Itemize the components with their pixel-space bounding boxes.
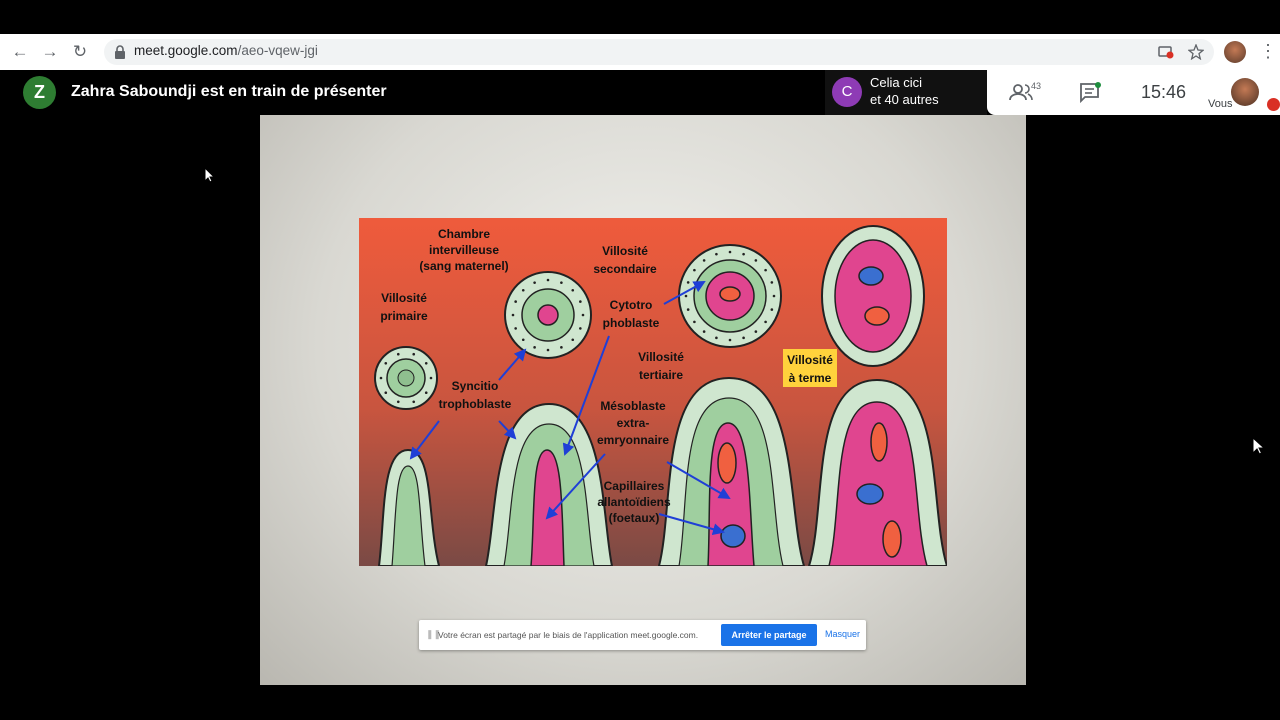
trophoblast-dot bbox=[686, 281, 690, 284]
participant-name: Celia cici bbox=[870, 75, 923, 90]
share-message: Votre écran est partagé par le biais de … bbox=[438, 630, 699, 640]
address-bar[interactable]: meet.google.com/aeo-vqew-jgi bbox=[104, 39, 1214, 65]
url-path: /aeo-vqew-jgi bbox=[237, 43, 318, 58]
trophoblast-dot bbox=[412, 400, 416, 404]
chat-icon[interactable] bbox=[1079, 82, 1101, 104]
trophoblast-dot bbox=[429, 376, 433, 380]
trophoblast-dot bbox=[424, 362, 428, 365]
lock-icon bbox=[115, 45, 125, 59]
trophoblast-dot bbox=[770, 281, 774, 284]
cursor-icon-right bbox=[1252, 437, 1264, 455]
trophoblast-dot bbox=[533, 281, 536, 284]
trophoblast-dot bbox=[533, 346, 536, 349]
trophoblast-dot bbox=[511, 313, 515, 317]
capillary-red bbox=[717, 442, 737, 484]
primary-villus-section bbox=[374, 346, 438, 410]
trophoblast-dot bbox=[514, 327, 517, 330]
screen-share-bar: ❚❚ Votre écran est partagé par le biais … bbox=[419, 620, 866, 650]
trophoblast-dot bbox=[728, 338, 732, 342]
trophoblast-dot bbox=[412, 352, 416, 356]
placenta-villi-diagram: Chambre intervilleuse (sang maternel) Vill… bbox=[359, 218, 947, 566]
trophoblast-dot bbox=[379, 376, 383, 380]
trophoblast-dot bbox=[693, 268, 696, 272]
trophoblast-dot bbox=[546, 348, 550, 352]
trophoblast-dot bbox=[686, 308, 690, 311]
self-avatar[interactable] bbox=[1231, 78, 1259, 106]
trophoblast-dot bbox=[424, 391, 428, 394]
trophoblast-dot bbox=[571, 288, 575, 292]
trophoblast-dot bbox=[571, 338, 575, 342]
trophoblast-dot bbox=[579, 300, 582, 303]
profile-avatar[interactable] bbox=[1224, 41, 1246, 63]
trophoblast-dot bbox=[715, 252, 718, 256]
participant-avatar: C bbox=[832, 77, 862, 107]
trophoblast-dot bbox=[384, 362, 388, 365]
cursor-icon bbox=[204, 167, 216, 183]
cast-icon[interactable] bbox=[1158, 45, 1174, 59]
presenter-avatar: Z bbox=[23, 76, 56, 109]
trophoblast-dot bbox=[764, 320, 767, 324]
trophoblast-dot bbox=[754, 259, 758, 262]
browser-toolbar: ← → ↻ meet.google.com/aeo-vqew-jgi ⋮ bbox=[0, 34, 1280, 71]
term-capillary-2 bbox=[856, 483, 884, 505]
trophoblast-dot bbox=[684, 294, 688, 298]
trophoblast-dot bbox=[384, 391, 388, 394]
trophoblast-dot bbox=[560, 281, 563, 284]
capillary-blue bbox=[720, 524, 746, 548]
term-capillary-3 bbox=[882, 520, 902, 558]
presenter-status: Zahra Saboundji est en train de présente… bbox=[71, 83, 387, 100]
presentation-stage: Chambre intervilleuse (sang maternel) Vill… bbox=[132, 115, 1264, 685]
meet-header: Z Zahra Saboundji est en train de présen… bbox=[0, 70, 1280, 115]
trophoblast-dot bbox=[521, 338, 525, 342]
trophoblast-dot bbox=[560, 346, 563, 349]
mic-off-icon bbox=[1267, 98, 1280, 111]
trophoblast-dot bbox=[754, 330, 758, 333]
more-icon[interactable]: ⋮ bbox=[1259, 40, 1277, 62]
trophoblast-dot bbox=[579, 327, 582, 330]
trophoblast-dot bbox=[396, 352, 400, 356]
star-icon[interactable] bbox=[1188, 44, 1204, 60]
participant-others: et 40 autres bbox=[870, 92, 939, 107]
slide: Chambre intervilleuse (sang maternel) Vill… bbox=[260, 115, 1026, 685]
meet-controls-panel: 43 15:46 Vous bbox=[987, 70, 1280, 115]
self-label: Vous bbox=[1208, 98, 1233, 110]
trophoblast-dot bbox=[546, 278, 550, 282]
clock: 15:46 bbox=[1141, 82, 1187, 102]
trophoblast-dot bbox=[764, 268, 767, 272]
trophoblast-dot bbox=[693, 320, 696, 324]
trophoblast-dot bbox=[728, 250, 732, 254]
url-text: meet.google.com/aeo-vqew-jgi bbox=[134, 43, 318, 58]
people-icon[interactable] bbox=[1009, 82, 1033, 102]
url-host: meet.google.com bbox=[134, 43, 238, 58]
people-count: 43 bbox=[1031, 81, 1042, 91]
trophoblast-dot bbox=[581, 313, 585, 317]
trophoblast-dot bbox=[521, 288, 525, 292]
back-icon[interactable]: ← bbox=[10, 42, 30, 62]
trophoblast-dot bbox=[514, 300, 517, 303]
term-villus-section bbox=[821, 225, 925, 367]
secondary-villus-section bbox=[504, 271, 592, 359]
trophoblast-dot bbox=[742, 252, 745, 256]
hide-button[interactable]: Masquer bbox=[825, 629, 860, 639]
trophoblast-dot bbox=[742, 336, 745, 340]
participants-chip[interactable]: C Celia cici et 40 autres bbox=[825, 70, 987, 115]
trophoblast-dot bbox=[772, 294, 776, 298]
stop-sharing-button[interactable]: Arrêter le partage bbox=[721, 624, 817, 646]
trophoblast-dot bbox=[702, 330, 706, 333]
trophoblast-dot bbox=[715, 336, 718, 340]
trophoblast-dot bbox=[396, 400, 400, 404]
trophoblast-dot bbox=[770, 308, 774, 311]
forward-icon[interactable]: → bbox=[40, 42, 60, 62]
term-capillary-1 bbox=[870, 422, 888, 462]
trophoblast-dot bbox=[702, 259, 706, 262]
reload-icon[interactable]: ↻ bbox=[70, 42, 90, 62]
tertiary-villus-section bbox=[678, 244, 782, 348]
